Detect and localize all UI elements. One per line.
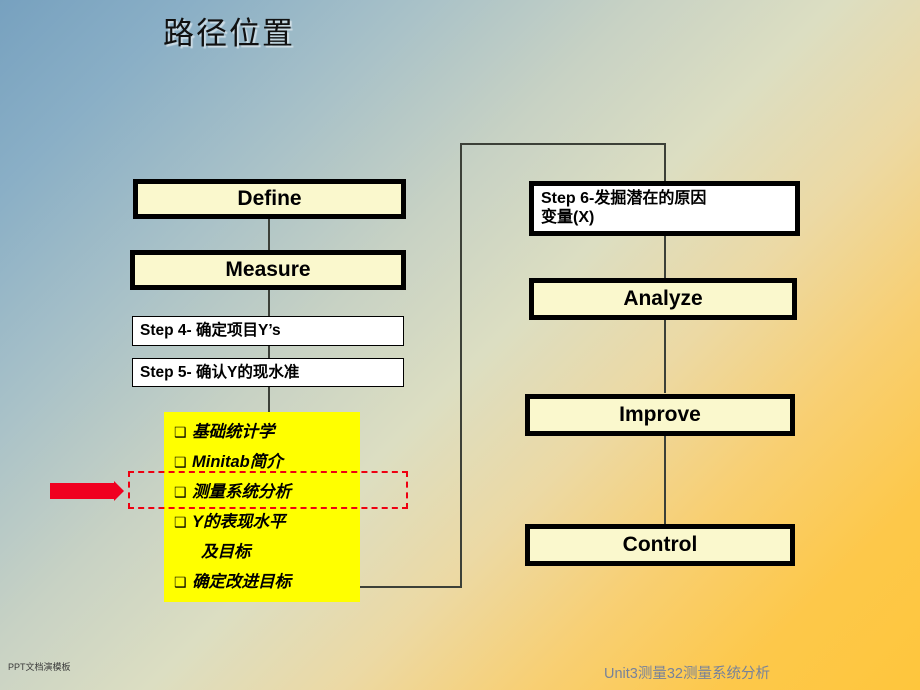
- red-arrow-icon: [50, 481, 127, 501]
- step6-box-label: Step 6-发掘潜在的原因 变量(X): [541, 190, 707, 226]
- analyze-box[interactable]: Analyze: [529, 278, 797, 320]
- list-item-label: 及目标: [201, 543, 251, 561]
- checkbox-square-icon: ❑: [174, 514, 187, 530]
- checkbox-square-icon: ❑: [174, 454, 187, 470]
- analyze-box-label: Analyze: [623, 286, 703, 310]
- define-box-label: Define: [237, 186, 302, 210]
- footer-right-text: Unit3测量32测量系统分析: [604, 666, 770, 682]
- list-item-label: Minitab简介: [192, 453, 283, 471]
- measure-box[interactable]: Measure: [130, 250, 406, 290]
- list-item[interactable]: ❑ 基础统计学: [174, 423, 360, 453]
- slide-canvas: 路径位置 Define Measure Step 4- 确定项目Y’s Step…: [0, 0, 920, 690]
- connector-loop-riser: [460, 143, 462, 588]
- page-title: 路径位置: [163, 16, 295, 52]
- arrow-head: [114, 481, 124, 501]
- connector-analyze-improve: [664, 320, 666, 393]
- step6-box[interactable]: Step 6-发掘潜在的原因 变量(X): [529, 181, 800, 236]
- control-box[interactable]: Control: [525, 524, 795, 566]
- define-box[interactable]: Define: [133, 179, 406, 219]
- measure-box-label: Measure: [225, 257, 311, 281]
- list-item[interactable]: ❑ Y的表现水平: [174, 513, 360, 543]
- arrow-shaft: [50, 483, 116, 499]
- list-item-continuation: 及目标: [174, 543, 360, 573]
- highlight-dashed-rect: [128, 471, 408, 509]
- control-box-label: Control: [622, 532, 698, 556]
- connector-improve-control: [664, 436, 666, 526]
- checkbox-square-icon: ❑: [174, 574, 187, 590]
- improve-box-label: Improve: [619, 402, 701, 426]
- step4-box-label: Step 4- 确定项目Y’s: [140, 322, 281, 340]
- improve-box[interactable]: Improve: [525, 394, 795, 436]
- connector-loop-bottom: [360, 586, 461, 588]
- list-item[interactable]: ❑ 确定改进目标: [174, 573, 360, 603]
- checkbox-square-icon: ❑: [174, 424, 187, 440]
- connector-loop-top: [460, 143, 666, 145]
- list-item-label: 确定改进目标: [192, 573, 291, 591]
- list-item-label: Y的表现水平: [192, 513, 286, 531]
- connector-step6-analyze: [664, 236, 666, 278]
- footer-left-text: PPT文档演模板: [8, 662, 71, 672]
- step4-box[interactable]: Step 4- 确定项目Y’s: [132, 316, 404, 346]
- connector-loop-into-step6: [664, 143, 666, 181]
- list-item-label: 基础统计学: [192, 423, 275, 441]
- step5-box-label: Step 5- 确认Y的现水准: [140, 363, 300, 381]
- connector-step4-step5: [268, 346, 270, 358]
- step5-box[interactable]: Step 5- 确认Y的现水准: [132, 358, 404, 387]
- connector-define-measure: [268, 214, 270, 250]
- connector-measure-step4: [268, 290, 270, 316]
- connector-step5-panel: [268, 387, 270, 413]
